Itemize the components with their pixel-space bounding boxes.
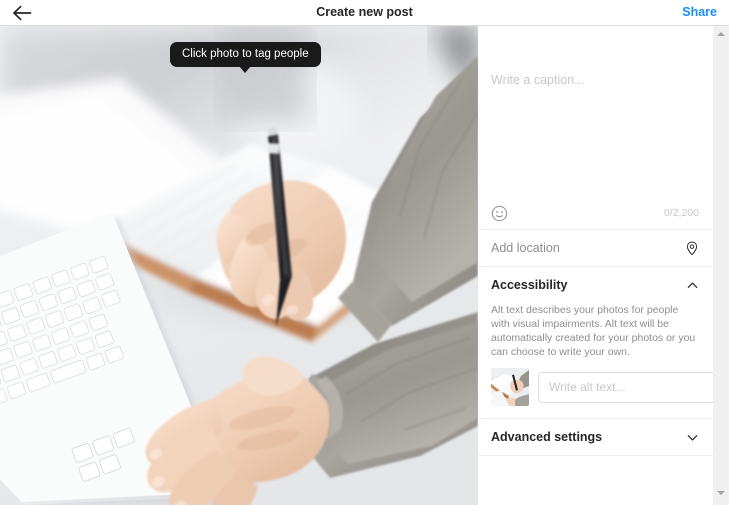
caption-footer: 0/2,200 bbox=[478, 199, 713, 227]
caption-section: 0/2,200 bbox=[478, 26, 713, 229]
share-button[interactable]: Share bbox=[678, 0, 721, 25]
vertical-scrollbar[interactable] bbox=[713, 26, 729, 505]
divider-advanced bbox=[478, 455, 713, 456]
location-pin-icon bbox=[686, 241, 698, 255]
scroll-down-arrow-icon[interactable] bbox=[713, 486, 729, 500]
caption-char-count: 0/2,200 bbox=[663, 207, 699, 219]
alt-text-thumbnail bbox=[491, 368, 529, 406]
page-title: Create new post bbox=[316, 5, 413, 19]
caption-input[interactable] bbox=[491, 72, 699, 202]
advanced-settings-title: Advanced settings bbox=[491, 430, 603, 444]
create-post-window: Create new post Share Click photo to tag… bbox=[0, 0, 729, 505]
photo-thumbnail-image bbox=[491, 368, 529, 406]
chevron-down-icon bbox=[687, 434, 698, 441]
post-details-sidebar: 0/2,200 Add location Accessibility Alt t… bbox=[478, 26, 713, 505]
scroll-up-arrow-icon[interactable] bbox=[713, 27, 729, 41]
window-header: Create new post Share bbox=[0, 0, 729, 26]
add-location-label: Add location bbox=[491, 241, 560, 255]
photo-preview[interactable]: Click photo to tag people bbox=[0, 26, 478, 505]
advanced-settings-header[interactable]: Advanced settings bbox=[478, 419, 713, 455]
accessibility-title: Accessibility bbox=[491, 278, 568, 292]
accessibility-header[interactable]: Accessibility bbox=[478, 267, 713, 303]
chevron-up-icon bbox=[687, 281, 698, 288]
post-photo bbox=[0, 26, 478, 505]
accessibility-description: Alt text describes your photos for peopl… bbox=[491, 304, 696, 358]
alt-text-row bbox=[491, 368, 713, 406]
add-location-row[interactable]: Add location bbox=[478, 230, 713, 266]
alt-text-input[interactable] bbox=[538, 371, 713, 403]
accessibility-body: Alt text describes your photos for peopl… bbox=[478, 303, 713, 418]
emoji-smiley-icon[interactable] bbox=[491, 205, 508, 222]
